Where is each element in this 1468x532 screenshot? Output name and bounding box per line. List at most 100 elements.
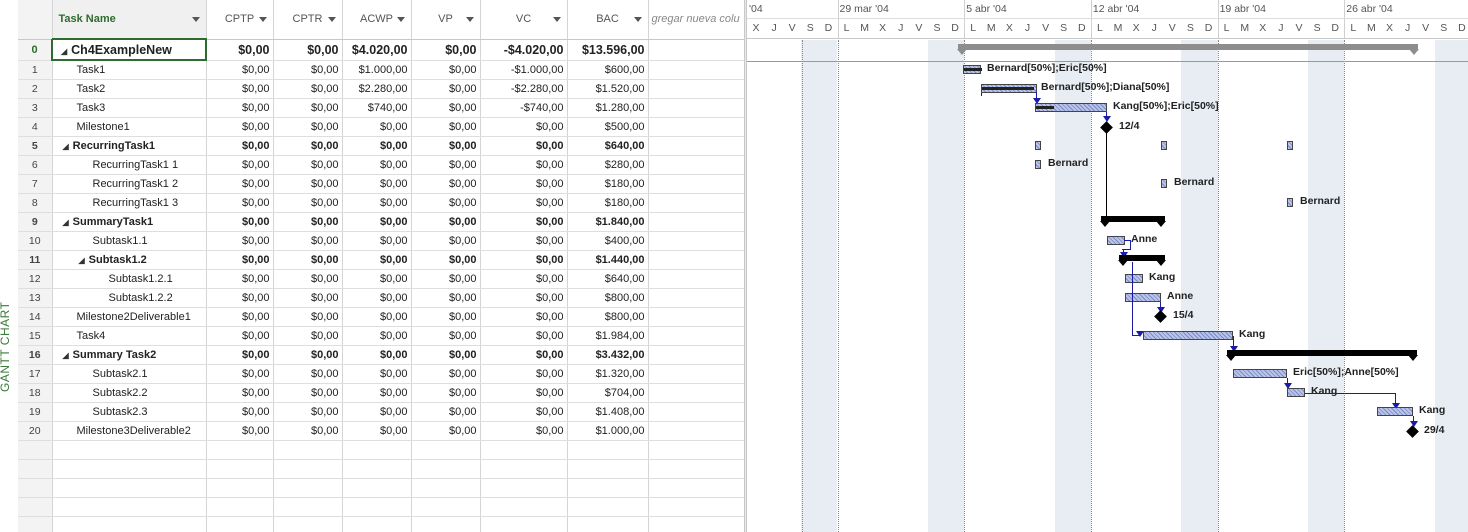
acwp-cell[interactable]: $0,00: [342, 212, 412, 232]
empty-row[interactable]: [18, 478, 744, 498]
cptr-cell[interactable]: $0,00: [273, 174, 343, 194]
cptr-cell[interactable]: $0,00: [273, 269, 343, 289]
task-name-cell[interactable]: Subtask2.3: [52, 402, 207, 422]
task-name-cell[interactable]: Milestone1: [52, 117, 207, 137]
vp-cell[interactable]: $0,00: [411, 288, 481, 308]
dropdown-arrow-icon[interactable]: [191, 17, 200, 22]
empty-cell[interactable]: [648, 440, 744, 460]
vp-cell[interactable]: $0,00: [411, 383, 481, 403]
empty-cell[interactable]: [567, 478, 649, 498]
table-row[interactable]: 1 Task1 $0,00 $0,00 $1.000,00 $0,00 -$1.000,00…: [18, 60, 744, 80]
vp-cell[interactable]: $0,00: [411, 155, 481, 175]
vc-cell[interactable]: -$1.000,00: [480, 60, 568, 80]
empty-cell[interactable]: [342, 478, 412, 498]
cptr-cell[interactable]: $0,00: [273, 212, 343, 232]
cptp-cell[interactable]: $0,00: [206, 269, 274, 289]
cptp-cell[interactable]: $0,00: [206, 288, 274, 308]
summary-bar[interactable]: [1118, 255, 1166, 266]
task-name-cell[interactable]: ◢ Subtask1.2: [52, 250, 207, 270]
cptp-cell[interactable]: $0,00: [206, 79, 274, 99]
acwp-cell[interactable]: $0,00: [342, 155, 412, 175]
bac-cell[interactable]: $800,00: [567, 307, 649, 327]
empty-cell[interactable]: [648, 117, 744, 137]
cptr-cell[interactable]: $0,00: [273, 250, 343, 270]
empty-cell[interactable]: [52, 516, 207, 532]
bac-cell[interactable]: $1.840,00: [567, 212, 649, 232]
empty-cell[interactable]: [648, 421, 744, 441]
task-name-cell[interactable]: Milestone3Deliverable2: [52, 421, 207, 441]
bac-cell[interactable]: $1.984,00: [567, 326, 649, 346]
vp-cell[interactable]: $0,00: [411, 193, 481, 213]
timescale-days[interactable]: XJVSDLMXJVSDLMXJVSDLMXJVSDLMXJVSDLMXJVSD: [747, 19, 1468, 39]
empty-cell[interactable]: [206, 478, 274, 498]
acwp-cell[interactable]: $740,00: [342, 98, 412, 118]
empty-cell[interactable]: [480, 516, 568, 532]
task-name-cell[interactable]: Task1: [52, 60, 207, 80]
acwp-cell[interactable]: $0,00: [342, 345, 412, 365]
task-name-cell[interactable]: Subtask1.2.2: [52, 288, 207, 308]
acwp-cell[interactable]: $0,00: [342, 250, 412, 270]
summary-bar[interactable]: [1226, 350, 1418, 361]
cptp-cell[interactable]: $0,00: [206, 193, 274, 213]
empty-cell[interactable]: [648, 326, 744, 346]
empty-cell[interactable]: [648, 155, 744, 175]
vc-cell[interactable]: $0,00: [480, 269, 568, 289]
collapse-triangle-icon[interactable]: ◢: [79, 256, 85, 265]
task-name-cell[interactable]: Subtask2.1: [52, 364, 207, 384]
empty-cell[interactable]: [648, 364, 744, 384]
vp-cell[interactable]: $0,00: [411, 136, 481, 156]
vp-cell[interactable]: $0,00: [411, 250, 481, 270]
task-name-cell[interactable]: Task3: [52, 98, 207, 118]
row-id[interactable]: [18, 497, 53, 517]
column-header-cptp[interactable]: CPTP: [206, 0, 274, 40]
table-row[interactable]: 2 Task2 $0,00 $0,00 $2.280,00 $0,00 -$2.280,00…: [18, 79, 744, 99]
column-header-acwp[interactable]: ACWP: [342, 0, 412, 40]
empty-cell[interactable]: [342, 440, 412, 460]
vp-cell[interactable]: $0,00: [411, 402, 481, 422]
task-name-cell[interactable]: ◢ SummaryTask1: [52, 212, 207, 232]
cptr-cell[interactable]: $0,00: [273, 117, 343, 137]
acwp-cell[interactable]: $0,00: [342, 288, 412, 308]
acwp-cell[interactable]: $0,00: [342, 364, 412, 384]
table-row[interactable]: 14 Milestone2Deliverable1 $0,00 $0,00 $0,00 $…: [18, 307, 744, 327]
table-row[interactable]: 17 Subtask2.1 $0,00 $0,00 $0,00 $0,00 $0,00 $1.…: [18, 364, 744, 384]
vc-cell[interactable]: $0,00: [480, 364, 568, 384]
empty-cell[interactable]: [648, 402, 744, 422]
cptp-cell[interactable]: $0,00: [206, 421, 274, 441]
column-header-bac[interactable]: BAC: [567, 0, 649, 40]
vc-cell[interactable]: $0,00: [480, 383, 568, 403]
column-header-task-name[interactable]: Task Name: [52, 0, 207, 40]
empty-cell[interactable]: [52, 497, 207, 517]
vp-cell[interactable]: $0,00: [411, 345, 481, 365]
vp-cell[interactable]: $0,00: [411, 421, 481, 441]
task-bar[interactable]: [1161, 179, 1167, 188]
task-bar[interactable]: [1377, 407, 1413, 416]
acwp-cell[interactable]: $0,00: [342, 193, 412, 213]
vc-cell[interactable]: $0,00: [480, 326, 568, 346]
column-header-add-new[interactable]: gregar nueva colu: [648, 0, 744, 40]
cptr-cell[interactable]: $0,00: [273, 345, 343, 365]
empty-cell[interactable]: [648, 98, 744, 118]
table-row[interactable]: 9 ◢ SummaryTask1 $0,00 $0,00 $0,00 $0,00 $0,00 $…: [18, 212, 744, 232]
recurring-bar[interactable]: [1161, 141, 1167, 150]
row-id[interactable]: 5: [18, 136, 53, 156]
empty-cell[interactable]: [648, 288, 744, 308]
task-name-cell[interactable]: RecurringTask1 3: [52, 193, 207, 213]
table-row[interactable]: 5 ◢ RecurringTask1 $0,00 $0,00 $0,00 $0,00 $0,0…: [18, 136, 744, 156]
bac-cell[interactable]: $800,00: [567, 288, 649, 308]
cptr-cell[interactable]: $0,00: [273, 288, 343, 308]
empty-cell[interactable]: [206, 497, 274, 517]
vc-cell[interactable]: $0,00: [480, 212, 568, 232]
acwp-cell[interactable]: $2.280,00: [342, 79, 412, 99]
task-name-cell[interactable]: Subtask2.2: [52, 383, 207, 403]
vc-cell[interactable]: $0,00: [480, 421, 568, 441]
vc-cell[interactable]: $0,00: [480, 288, 568, 308]
table-row[interactable]: 19 Subtask2.3 $0,00 $0,00 $0,00 $0,00 $0,00 $1.…: [18, 402, 744, 422]
task-name-cell[interactable]: ◢ Summary Task2: [52, 345, 207, 365]
recurring-bar[interactable]: [1287, 141, 1293, 150]
vp-cell[interactable]: $0,00: [411, 79, 481, 99]
empty-cell[interactable]: [411, 440, 481, 460]
cptp-cell[interactable]: $0,00: [206, 136, 274, 156]
collapse-triangle-icon[interactable]: ◢: [63, 351, 69, 360]
row-id[interactable]: 1: [18, 60, 53, 80]
